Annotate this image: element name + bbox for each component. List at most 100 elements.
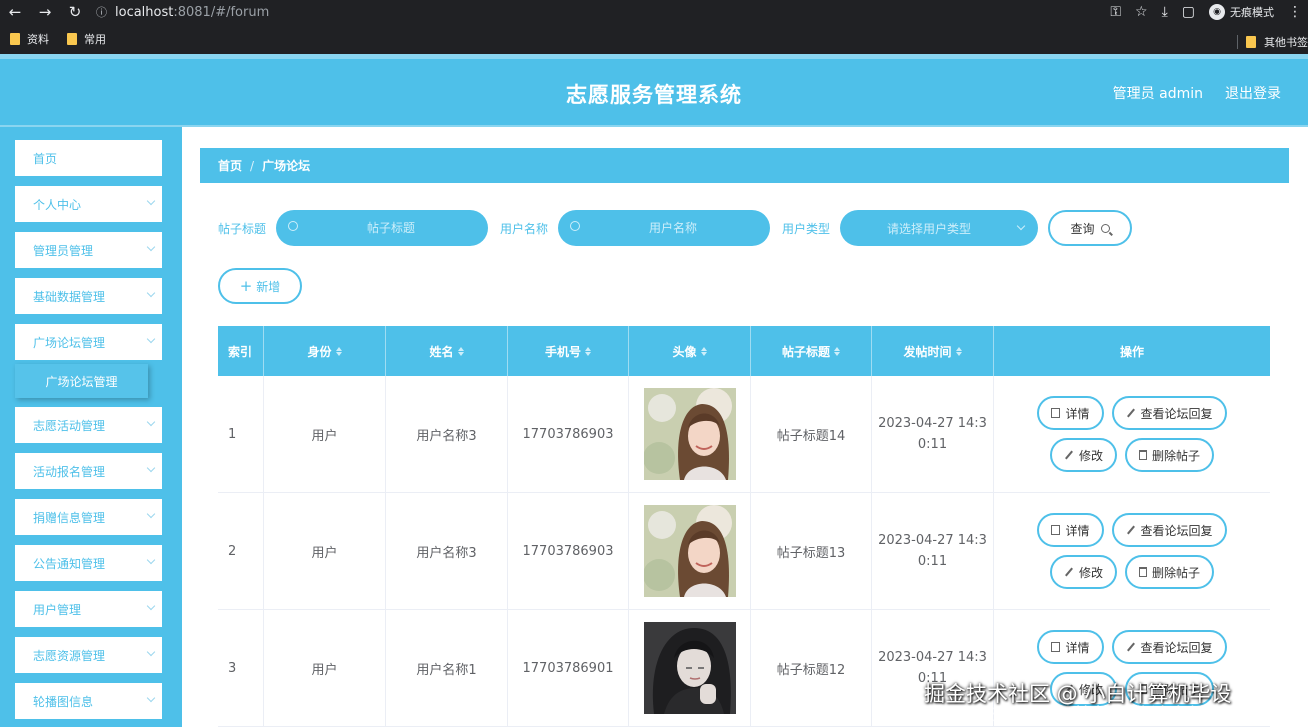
- edit-button[interactable]: 修改: [1049, 555, 1117, 589]
- incognito-badge[interactable]: ◉ 无痕模式: [1209, 4, 1274, 20]
- column-header-label: 头像: [672, 344, 697, 359]
- sidebar-item-personal[interactable]: 个人中心: [15, 186, 162, 222]
- sort-icon[interactable]: [955, 346, 962, 356]
- incognito-icon: ◉: [1209, 4, 1225, 20]
- sort-icon[interactable]: [585, 346, 591, 356]
- column-header-label: 操作: [1119, 344, 1144, 359]
- bookmark-label: 常用: [84, 33, 106, 46]
- folder-icon: [1246, 36, 1256, 48]
- url-field[interactable]: ⓘ localhost:8081/#/forum: [96, 1, 1096, 23]
- bookmark-folder[interactable]: 常用: [67, 31, 106, 47]
- menu-dots-icon[interactable]: ⋮: [1288, 4, 1302, 20]
- main-content: 首页 / 广场论坛 帖子标题 用户名称 用户类型 请选择用户类型 查询: [182, 127, 1308, 727]
- edit-button[interactable]: 修改: [1049, 438, 1117, 472]
- address-bar-row: ← → ↻ ⓘ localhost:8081/#/forum ⚿ ☆ ⤓ ▢ ◉…: [0, 0, 1308, 24]
- sidebar: 首页 个人中心 管理员管理 基础数据管理 广场论坛管理 广场论坛管理 志愿活动管…: [0, 127, 178, 727]
- cell-phone: 17703786903: [508, 376, 629, 492]
- sidebar-item-label: 轮播图信息: [33, 694, 94, 709]
- view-replies-button[interactable]: 查看论坛回复: [1111, 396, 1227, 430]
- cell-index: 1: [218, 376, 264, 492]
- breadcrumb-home[interactable]: 首页: [218, 157, 242, 174]
- cell-title: 帖子标题14: [751, 376, 872, 492]
- sidebar-item-donations[interactable]: 捐赠信息管理: [15, 499, 162, 535]
- reload-icon[interactable]: ↻: [60, 3, 90, 21]
- detail-button[interactable]: 详情: [1037, 630, 1104, 664]
- bookmark-folder[interactable]: 资料: [10, 31, 49, 47]
- detail-button[interactable]: 详情: [1037, 396, 1104, 430]
- breadcrumb: 首页 / 广场论坛: [200, 148, 1289, 183]
- column-header[interactable]: 身份: [264, 326, 386, 376]
- column-header: 索引: [218, 326, 264, 376]
- sidebar-item-signups[interactable]: 活动报名管理: [15, 453, 162, 489]
- chevron-down-icon: [146, 242, 156, 252]
- column-header-label: 身份: [307, 344, 332, 359]
- sidebar-item-carousel[interactable]: 轮播图信息: [15, 683, 162, 719]
- sidebar-item-label: 用户管理: [33, 602, 82, 617]
- column-header[interactable]: 手机号: [508, 326, 629, 376]
- tab-icon[interactable]: ▢: [1182, 4, 1195, 20]
- sidebar-item-home[interactable]: 首页: [15, 140, 162, 176]
- sort-icon[interactable]: [335, 346, 342, 356]
- user-search-input[interactable]: [588, 210, 759, 246]
- column-header[interactable]: 姓名: [386, 326, 508, 376]
- site-info-icon[interactable]: ⓘ: [96, 4, 107, 20]
- trash-icon: [1139, 450, 1147, 460]
- key-icon[interactable]: ⚿: [1110, 4, 1121, 20]
- other-bookmarks[interactable]: 其他书签: [1237, 30, 1308, 54]
- sidebar-item-resources[interactable]: 志愿资源管理: [15, 637, 162, 673]
- sidebar-item-label: 首页: [33, 151, 58, 166]
- view-replies-button[interactable]: 查看论坛回复: [1111, 630, 1227, 664]
- sidebar-item-forum[interactable]: 广场论坛管理: [15, 324, 162, 360]
- download-icon[interactable]: ⤓: [1162, 4, 1168, 20]
- search-icon: [570, 221, 581, 231]
- sidebar-subitem-forum[interactable]: 广场论坛管理: [15, 364, 148, 398]
- title-search-input[interactable]: [306, 210, 477, 246]
- plus-icon: +: [239, 277, 253, 295]
- search-icon: [1100, 223, 1110, 233]
- detail-button[interactable]: 详情: [1037, 513, 1104, 547]
- logout-link[interactable]: 退出登录: [1225, 83, 1281, 103]
- url-host: localhost: [115, 4, 174, 20]
- time-line: 0:11: [917, 554, 948, 569]
- cell-role: 用户: [264, 376, 386, 492]
- bookmarks-bar: 资料 常用: [0, 24, 1308, 54]
- incognito-label: 无痕模式: [1230, 6, 1274, 19]
- time-line: 2023-04-27 14:3: [878, 416, 987, 431]
- cell-time: 2023-04-27 14:3 0:11: [872, 493, 994, 609]
- view-replies-button[interactable]: 查看论坛回复: [1111, 513, 1227, 547]
- chevron-down-icon: [146, 417, 156, 427]
- delete-button[interactable]: 删除帖子: [1125, 438, 1215, 472]
- cell-name: 用户名称1: [386, 610, 508, 726]
- sidebar-item-notices[interactable]: 公告通知管理: [15, 545, 162, 581]
- column-header-label: 手机号: [544, 344, 581, 359]
- sidebar-item-admins[interactable]: 管理员管理: [15, 232, 162, 268]
- add-button[interactable]: + 新增: [218, 268, 302, 304]
- app-root: 志愿服务管理系统 管理员 admin 退出登录 首页 个人中心 管理员管理 基础…: [0, 54, 1308, 727]
- sidebar-item-users[interactable]: 用户管理: [15, 591, 162, 627]
- sort-icon[interactable]: [834, 346, 840, 356]
- title-search-wrapper: [276, 210, 489, 246]
- sidebar-item-label: 基础数据管理: [33, 289, 106, 304]
- query-button[interactable]: 查询: [1048, 210, 1133, 246]
- delete-button[interactable]: 删除帖子: [1125, 555, 1215, 589]
- chevron-down-icon: [146, 196, 156, 206]
- column-header-label: 姓名: [429, 344, 454, 359]
- sidebar-item-activities[interactable]: 志愿活动管理: [15, 407, 162, 443]
- forward-icon[interactable]: →: [30, 3, 60, 21]
- sort-icon[interactable]: [700, 346, 707, 356]
- sidebar-item-basic-data[interactable]: 基础数据管理: [15, 278, 162, 314]
- star-icon[interactable]: ☆: [1135, 4, 1148, 20]
- column-header[interactable]: 头像: [629, 326, 751, 376]
- delete-button-label: 删除帖子: [1152, 448, 1201, 463]
- sort-icon[interactable]: [457, 346, 464, 356]
- column-header[interactable]: 帖子标题: [751, 326, 872, 376]
- chevron-down-icon: [146, 334, 156, 344]
- cell-role: 用户: [264, 610, 386, 726]
- user-type-select[interactable]: 请选择用户类型: [840, 210, 1039, 246]
- current-user: 管理员 admin: [1112, 86, 1203, 102]
- add-button-label: 新增: [256, 279, 281, 294]
- column-header[interactable]: 发帖时间: [872, 326, 994, 376]
- sidebar-subitem-label: 广场论坛管理: [45, 374, 118, 389]
- cell-avatar: [629, 376, 751, 492]
- back-icon[interactable]: ←: [0, 3, 30, 21]
